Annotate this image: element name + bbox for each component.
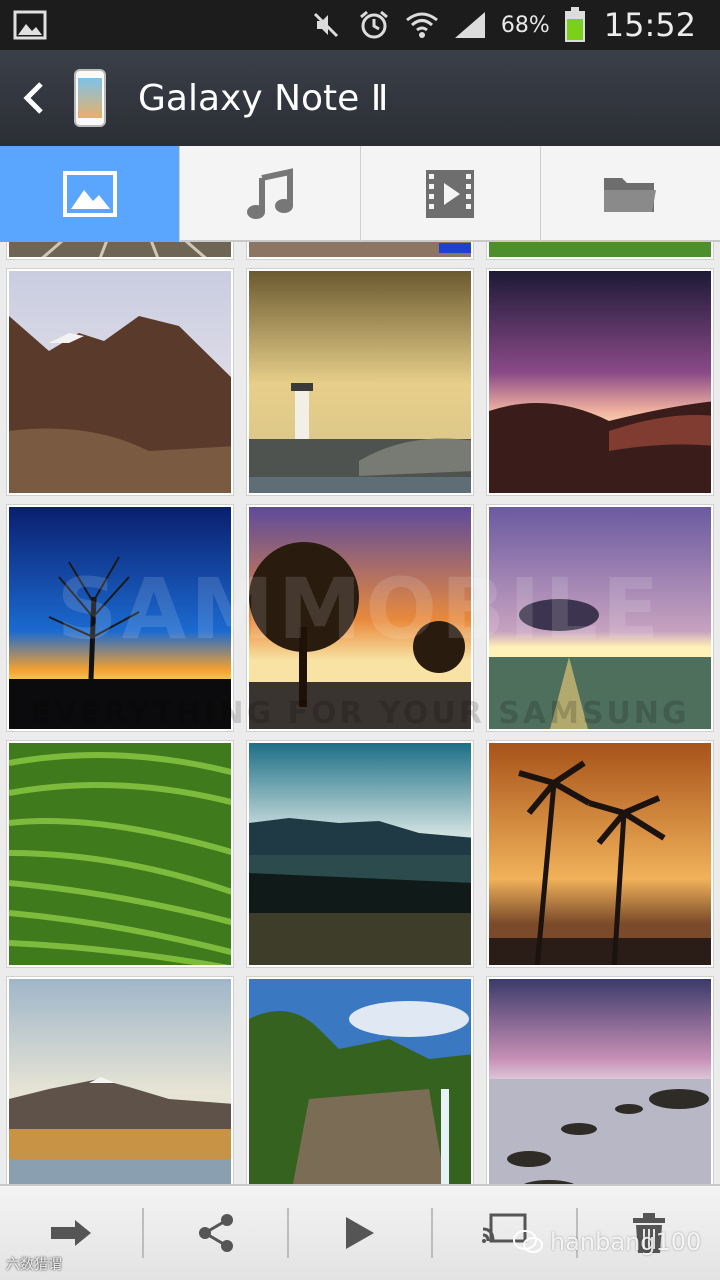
thumbnail[interactable] (247, 505, 473, 731)
thumbnail[interactable] (7, 977, 233, 1184)
play-icon (346, 1217, 375, 1249)
phone-device-icon (74, 69, 106, 127)
video-film-icon (426, 170, 475, 218)
chevron-left-icon (23, 82, 43, 114)
tab-music[interactable] (180, 146, 361, 242)
tab-videos[interactable] (361, 146, 541, 242)
thumbnail[interactable] (7, 269, 233, 495)
thumbnail[interactable] (487, 505, 713, 731)
thumbnail[interactable] (7, 242, 233, 259)
thumbnail[interactable] (247, 977, 473, 1184)
thumbnail[interactable] (487, 269, 713, 495)
delete-button[interactable] (578, 1185, 720, 1280)
thumbnail[interactable] (487, 242, 713, 259)
screen: 68% 15:52 Galaxy Note Ⅱ hanbang100 六数猎谓 (0, 0, 720, 1280)
gallery-notification-icon (13, 8, 47, 42)
slideshow-button[interactable] (289, 1185, 431, 1280)
tab-folders[interactable] (541, 146, 720, 242)
bottom-toolbar (0, 1184, 720, 1280)
page-title: Galaxy Note Ⅱ (138, 77, 389, 119)
back-button[interactable] (6, 50, 62, 146)
thumbnail[interactable] (247, 269, 473, 495)
status-clock: 15:52 (603, 6, 696, 44)
mute-icon (309, 8, 343, 42)
thumbnail[interactable] (247, 242, 473, 259)
forward-arrow-icon (51, 1220, 92, 1246)
thumbnail[interactable] (7, 741, 233, 967)
status-bar: 68% 15:52 (0, 0, 720, 50)
thumbnail[interactable] (487, 977, 713, 1184)
media-tabs (0, 146, 720, 242)
screen-mirror-icon (482, 1213, 527, 1243)
alarm-icon (357, 8, 391, 42)
thumbnail[interactable] (7, 505, 233, 731)
wifi-icon (405, 8, 439, 42)
battery-icon (564, 7, 586, 42)
share-button[interactable] (144, 1185, 286, 1280)
trash-icon (632, 1213, 665, 1253)
tab-images[interactable] (0, 146, 181, 242)
gallery-grid (0, 242, 720, 1184)
action-bar: Galaxy Note Ⅱ (0, 50, 720, 146)
thumbnail[interactable] (247, 741, 473, 967)
move-button[interactable] (0, 1185, 142, 1280)
music-note-icon (246, 168, 293, 219)
image-icon (62, 171, 117, 217)
signal-icon (453, 8, 487, 42)
screen-mirror-button[interactable] (433, 1185, 575, 1280)
battery-percent: 68% (500, 12, 550, 38)
share-icon (198, 1214, 233, 1252)
folder-icon (604, 178, 657, 212)
thumbnail[interactable] (487, 741, 713, 967)
